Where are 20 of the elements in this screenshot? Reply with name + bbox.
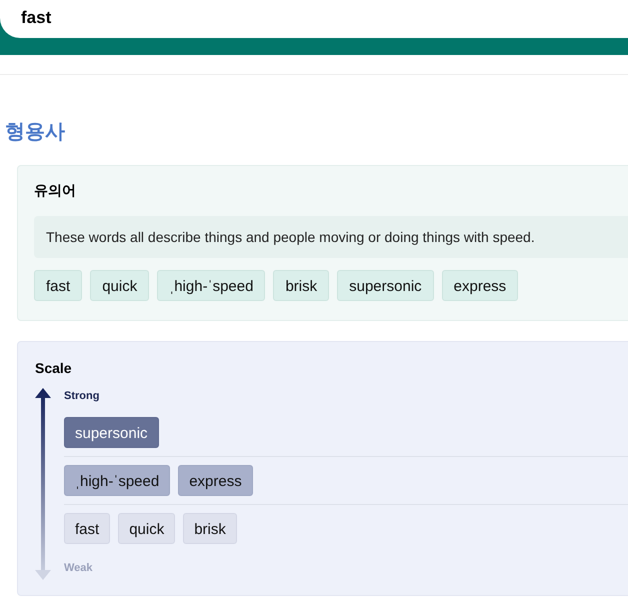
synonyms-title: 유의어 bbox=[34, 182, 77, 200]
strong-label: Strong bbox=[64, 390, 100, 402]
synonym-chip[interactable]: ˌhigh-ˈspeed bbox=[157, 270, 266, 301]
synonym-chip[interactable]: brisk bbox=[273, 270, 330, 301]
scale-word-chip[interactable]: fast bbox=[64, 513, 110, 544]
synonym-chip[interactable]: supersonic bbox=[337, 270, 434, 301]
scale-word-chip[interactable]: ˌhigh-ˈspeed bbox=[64, 465, 170, 496]
synonym-chip[interactable]: fast bbox=[34, 270, 82, 301]
synonym-chip[interactable]: quick bbox=[90, 270, 150, 301]
scale-word-chip[interactable]: quick bbox=[118, 513, 176, 544]
part-of-speech-heading: 형용사 bbox=[5, 120, 66, 145]
search-field[interactable]: fast bbox=[0, 0, 628, 38]
scale-word-chip[interactable]: supersonic bbox=[64, 417, 159, 448]
scale-word-chip[interactable]: brisk bbox=[183, 513, 237, 544]
synonym-chip[interactable]: express bbox=[442, 270, 518, 301]
weak-label: Weak bbox=[64, 562, 94, 574]
scale-title: Scale bbox=[35, 360, 73, 376]
strength-arrow-icon bbox=[35, 388, 51, 580]
synonyms-note: These words all describe things and people moving or doing things with speed. bbox=[34, 216, 628, 258]
scale-word-chip[interactable]: express bbox=[178, 465, 253, 496]
